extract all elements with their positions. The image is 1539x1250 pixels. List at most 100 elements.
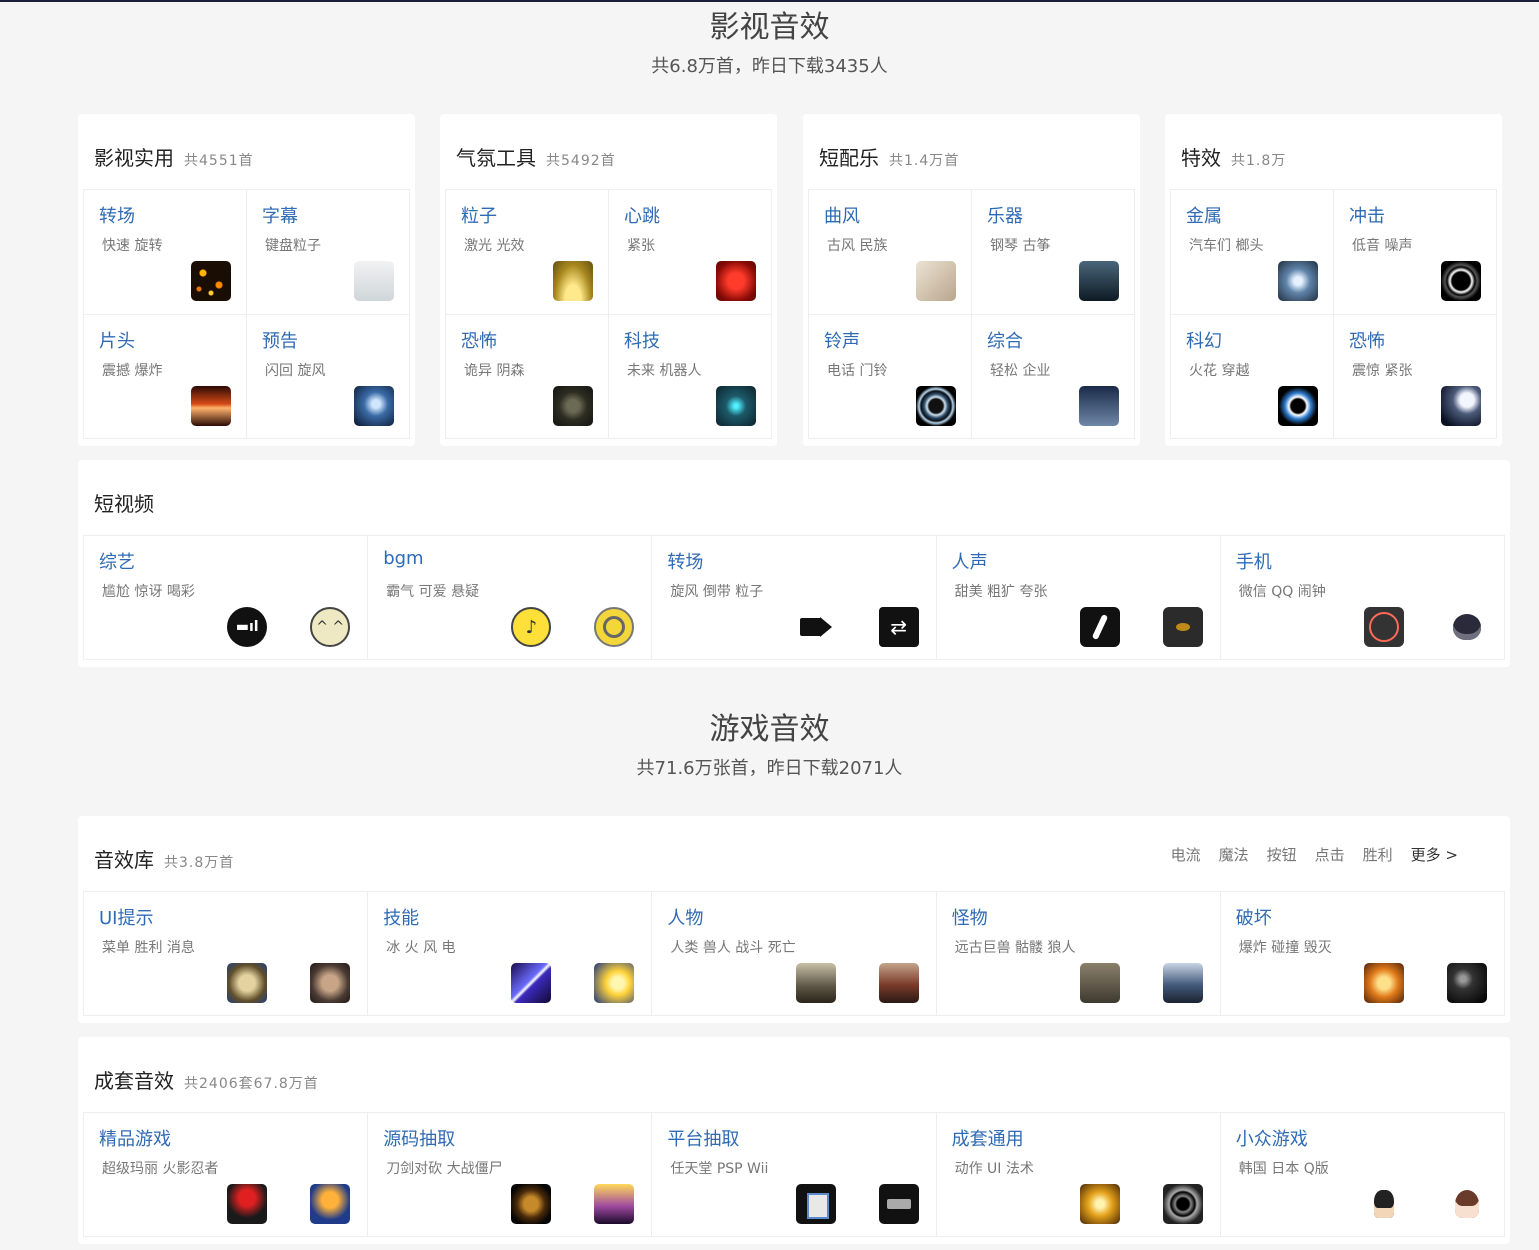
lightning-thumbnail[interactable]: [354, 385, 394, 426]
clock-icon[interactable]: [1364, 607, 1404, 647]
naruto-thumbnail[interactable]: [310, 1184, 351, 1224]
category-cell[interactable]: 金属 汽车们 榔头: [1171, 190, 1334, 315]
category-cell[interactable]: 预告 闪回 旋风: [247, 314, 410, 439]
category-cell[interactable]: 曲风 古风 民族: [809, 190, 972, 315]
golden-sigil-thumbnail[interactable]: [1079, 1184, 1120, 1224]
cell-title[interactable]: 平台抽取: [667, 1125, 739, 1151]
cell-title[interactable]: 金属: [1186, 202, 1222, 228]
card-title[interactable]: 气氛工具: [456, 142, 536, 171]
ink-painting-thumbnail[interactable]: [916, 261, 956, 301]
category-cell[interactable]: bgm 霸气 可爱 悬疑 ♪: [368, 536, 653, 660]
cell-title[interactable]: 源码抽取: [383, 1125, 455, 1151]
category-cell[interactable]: 怪物 远古巨兽 骷髅 狼人: [936, 892, 1221, 1016]
video-camera-icon[interactable]: [795, 607, 836, 647]
cell-title[interactable]: 冲击: [1349, 202, 1385, 228]
category-cell[interactable]: 手机 微信 QQ 闹钟: [1220, 536, 1505, 660]
cell-title[interactable]: 手机: [1236, 548, 1272, 574]
cell-title[interactable]: 恐怖: [461, 327, 497, 353]
mario-thumbnail[interactable]: [227, 1184, 268, 1224]
orb-thumbnail[interactable]: [1278, 261, 1318, 301]
category-cell[interactable]: 源码抽取 刀剑对砍 大战僵尸: [368, 1113, 653, 1237]
category-cell[interactable]: 综合 轻松 企业: [972, 314, 1135, 439]
category-cell[interactable]: 铃声 电话 门铃: [809, 314, 972, 439]
warrior-thumbnail[interactable]: [795, 963, 836, 1003]
cell-title[interactable]: 科幻: [1186, 327, 1222, 353]
lips-icon[interactable]: [1162, 607, 1203, 647]
cell-title[interactable]: bgm: [383, 548, 423, 569]
quick-link[interactable]: 按钮: [1267, 844, 1297, 865]
card-title[interactable]: 特效: [1181, 142, 1221, 171]
pixel-screen-thumbnail[interactable]: [795, 1184, 836, 1224]
category-cell[interactable]: 综艺 尴尬 惊讶 喝彩 ▬ıl ^ ^: [84, 536, 369, 660]
ui-chest-thumbnail[interactable]: [227, 963, 268, 1003]
sparks-thumbnail[interactable]: [191, 261, 231, 301]
headset-icon[interactable]: [1447, 607, 1487, 647]
cell-title[interactable]: 曲风: [824, 202, 860, 228]
category-cell[interactable]: 科幻 火花 穿越: [1171, 314, 1334, 439]
burst-ring-thumbnail[interactable]: [1441, 261, 1481, 301]
category-cell[interactable]: 冲击 低音 噪声: [1334, 190, 1497, 315]
cell-title[interactable]: 破坏: [1236, 904, 1272, 930]
quick-link[interactable]: 胜利: [1363, 844, 1393, 865]
portal-thumbnail[interactable]: [1278, 385, 1318, 426]
gun-thumbnail[interactable]: [878, 1184, 919, 1224]
category-cell[interactable]: 平台抽取 任天堂 PSP Wii: [652, 1113, 937, 1237]
keyboard-thumbnail[interactable]: [354, 261, 394, 301]
category-cell[interactable]: 科技 未来 机器人: [609, 314, 772, 439]
signal-icon[interactable]: ▬ıl: [227, 607, 268, 647]
category-cell[interactable]: 转场 旋风 倒带 粒子 ⇄: [652, 536, 937, 660]
category-cell[interactable]: 人声 甜美 粗犷 夸张: [936, 536, 1221, 660]
category-cell[interactable]: 乐器 钢琴 古筝: [972, 190, 1135, 315]
dragon-thumbnail[interactable]: [1162, 963, 1203, 1003]
microphone-icon[interactable]: [1079, 607, 1120, 647]
cell-title[interactable]: 人物: [667, 904, 703, 930]
category-cell[interactable]: 小众游戏 韩国 日本 Q版: [1220, 1113, 1505, 1237]
category-cell[interactable]: 成套通用 动作 UI 法术: [936, 1113, 1221, 1237]
heart-thumbnail[interactable]: [716, 261, 756, 301]
category-cell[interactable]: 转场 快速 旋转: [84, 190, 247, 315]
guitarist-thumbnail[interactable]: [1079, 261, 1119, 301]
cell-title[interactable]: 精品游戏: [99, 1125, 171, 1151]
slash-skill-thumbnail[interactable]: [511, 963, 552, 1003]
light-rays-thumbnail[interactable]: [553, 261, 593, 301]
tech-hud-thumbnail[interactable]: [716, 385, 756, 426]
sunset-battle-thumbnail[interactable]: [594, 1184, 635, 1224]
explosion-thumbnail[interactable]: [1364, 963, 1404, 1003]
quick-link[interactable]: 魔法: [1219, 844, 1249, 865]
quick-link[interactable]: 点击: [1315, 844, 1345, 865]
businessman-thumbnail[interactable]: [1079, 385, 1119, 426]
cell-title[interactable]: 乐器: [987, 202, 1023, 228]
cell-title[interactable]: 字幕: [262, 202, 298, 228]
treasure-thumbnail[interactable]: [511, 1184, 552, 1224]
cell-title[interactable]: 小众游戏: [1236, 1125, 1308, 1151]
cell-title[interactable]: 科技: [624, 327, 660, 353]
card-title[interactable]: 短配乐: [819, 142, 879, 171]
dark-tunnel-thumbnail[interactable]: [553, 385, 593, 426]
cell-title[interactable]: 转场: [667, 548, 703, 574]
category-cell[interactable]: 心跳 紧张: [609, 190, 772, 315]
smile-face-icon[interactable]: ^ ^: [310, 607, 351, 647]
fire-text-thumbnail[interactable]: [191, 385, 231, 426]
orc-warrior-thumbnail[interactable]: [878, 963, 919, 1003]
music-note-icon[interactable]: ♪: [511, 607, 552, 647]
category-cell[interactable]: 恐怖 诡异 阴森: [446, 314, 609, 439]
comet-skill-thumbnail[interactable]: [594, 963, 635, 1003]
cell-title[interactable]: 预告: [262, 327, 298, 353]
card-title[interactable]: 短视频: [94, 488, 154, 517]
card-title[interactable]: 影视实用: [94, 142, 174, 171]
beast-thumbnail[interactable]: [1079, 963, 1120, 1003]
switch-camera-icon[interactable]: ⇄: [878, 607, 919, 647]
cell-title[interactable]: 粒子: [461, 202, 497, 228]
category-cell[interactable]: 精品游戏 超级玛丽 火影忍者: [84, 1113, 369, 1237]
cell-title[interactable]: 片头: [99, 327, 135, 353]
creature-thumbnail[interactable]: [310, 963, 351, 1003]
cell-title[interactable]: 转场: [99, 202, 135, 228]
category-cell[interactable]: UI提示 菜单 胜利 消息: [84, 892, 369, 1016]
ring-thumbnail[interactable]: [916, 385, 956, 426]
category-cell[interactable]: 字幕 键盘粒子: [247, 190, 410, 315]
category-cell[interactable]: 粒子 激光 光效: [446, 190, 609, 315]
cell-title[interactable]: 恐怖: [1349, 327, 1385, 353]
more-link[interactable]: 更多 >: [1411, 844, 1458, 865]
card-title[interactable]: 音效库: [94, 844, 154, 873]
smoke-thumbnail[interactable]: [1447, 963, 1487, 1003]
